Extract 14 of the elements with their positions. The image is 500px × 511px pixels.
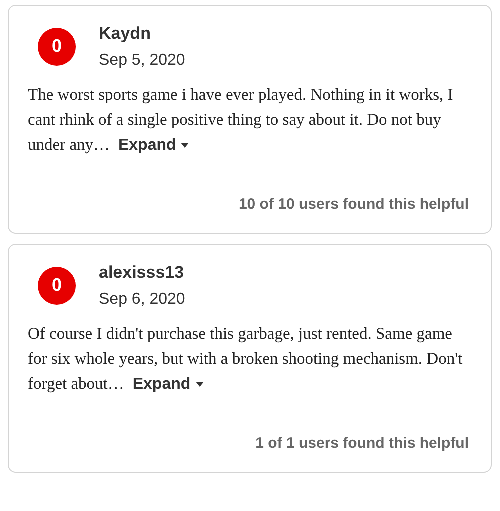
caret-icon — [181, 143, 190, 148]
expand-link[interactable]: Expand — [132, 372, 204, 396]
review-date: Sep 6, 2020 — [99, 290, 186, 310]
score-badge: 0 — [38, 28, 76, 66]
review-text: Of course I didn't purchase this garbage, just rented. Same game for six whole years, but with a broken shooting mechanism. Don't forget about… Expand — [28, 322, 469, 396]
review-date: Sep 5, 2020 — [99, 50, 186, 70]
username: Kaydn — [99, 23, 152, 45]
caret-icon — [196, 382, 204, 387]
expand-link[interactable]: Expand — [118, 134, 190, 158]
helpful-count: 10 of 10 users found this helpful — [238, 194, 469, 214]
score-badge: 0 — [38, 266, 76, 305]
username: alexisss13 — [99, 262, 186, 284]
helpful-count: 1 of 1 users found this helpful — [256, 434, 469, 454]
review-text: The worst sports game i have ever played. Nothing in it works, I cant rhink of a single positive thing to say about it. Do not buy under any… Expand — [28, 82, 469, 158]
